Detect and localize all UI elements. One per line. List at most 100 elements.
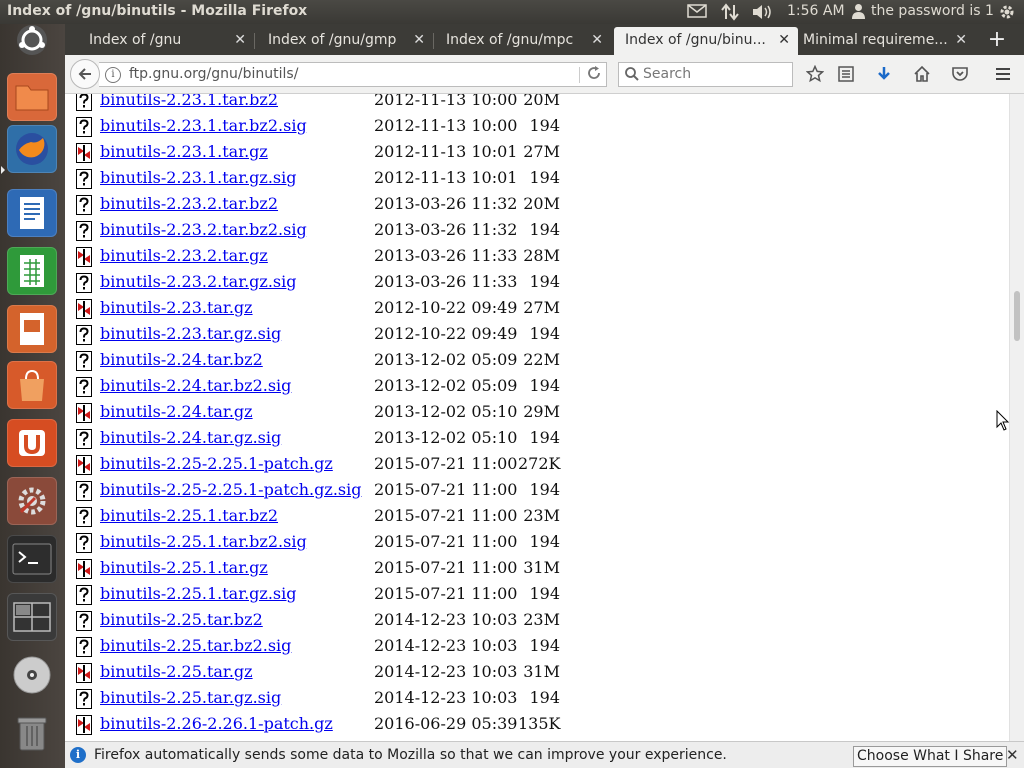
tab-minimal-requirements[interactable]: Minimal requireme... ✕	[779, 27, 975, 55]
unknown-file-icon[interactable]	[76, 611, 92, 631]
file-link[interactable]: binutils-2.23.2.tar.bz2	[100, 194, 278, 213]
unknown-file-icon[interactable]	[76, 221, 92, 241]
file-link[interactable]: binutils-2.26-2.26.1-patch.gz	[100, 714, 333, 733]
file-link[interactable]: binutils-2.25.tar.bz2	[100, 610, 263, 629]
close-icon[interactable]: ✕	[1006, 746, 1019, 764]
calc-icon[interactable]	[7, 247, 57, 295]
firefox-icon[interactable]	[7, 125, 57, 173]
file-link[interactable]: binutils-2.25.1.tar.bz2.sig	[100, 532, 307, 551]
workspace-switcher-icon[interactable]	[7, 593, 57, 641]
file-link[interactable]: binutils-2.23.tar.gz.sig	[100, 324, 281, 343]
unknown-file-icon[interactable]	[76, 94, 92, 111]
software-center-icon[interactable]	[7, 361, 57, 409]
compressed-file-icon[interactable]	[76, 715, 92, 735]
pocket-icon[interactable]	[949, 63, 971, 85]
file-link[interactable]: binutils-2.25.1.tar.bz2	[100, 506, 278, 525]
file-link[interactable]: binutils-2.25.tar.gz	[100, 662, 253, 681]
file-link[interactable]: binutils-2.25.1.tar.gz	[100, 558, 268, 577]
impress-icon[interactable]	[7, 305, 57, 353]
file-link[interactable]: binutils-2.25.1.tar.gz.sig	[100, 584, 297, 603]
file-link[interactable]: binutils-2.23.1.tar.bz2.sig	[100, 116, 307, 135]
file-link[interactable]: binutils-2.23.2.tar.gz.sig	[100, 272, 297, 291]
unknown-file-icon[interactable]	[76, 507, 92, 527]
user-name[interactable]: the password is 1	[871, 3, 994, 19]
compressed-file-icon[interactable]	[76, 403, 92, 423]
tab-gnu[interactable]: Index of /gnu ✕	[65, 27, 254, 55]
notification-text: Firefox automatically sends some data to…	[94, 747, 727, 763]
file-link[interactable]: binutils-2.25.tar.gz.sig	[100, 688, 281, 707]
compressed-file-icon[interactable]	[76, 247, 92, 267]
back-button[interactable]	[70, 59, 100, 89]
tab-binutils[interactable]: Index of /gnu/binu... ✕	[614, 27, 798, 55]
volume-icon[interactable]	[751, 3, 773, 25]
terminal-icon[interactable]	[7, 535, 57, 583]
new-tab-button[interactable]: +	[982, 28, 1012, 54]
file-size: 31M	[523, 558, 560, 577]
unknown-file-icon[interactable]	[76, 585, 92, 605]
unknown-file-icon[interactable]	[76, 117, 92, 137]
file-date: 2015-07-21 11:00	[374, 454, 518, 473]
file-size: 194	[529, 272, 560, 291]
top-panel: Index of /gnu/binutils - Mozilla Firefox…	[0, 0, 1024, 24]
url-bar[interactable]: i ftp.gnu.org/gnu/binutils/	[99, 62, 607, 87]
tab-close-icon[interactable]: ✕	[591, 27, 603, 53]
file-link[interactable]: binutils-2.23.1.tar.gz.sig	[100, 168, 297, 187]
network-icon[interactable]	[720, 3, 740, 25]
tab-label: Index of /gnu/gmp	[268, 32, 397, 48]
tab-close-icon[interactable]: ✕	[955, 27, 967, 53]
dvd-icon[interactable]	[7, 651, 57, 699]
unknown-file-icon[interactable]	[76, 481, 92, 501]
ubuntu-dash-icon[interactable]	[7, 16, 57, 64]
compressed-file-icon[interactable]	[76, 559, 92, 579]
choose-what-i-share-button[interactable]: Choose What I Share	[853, 746, 1008, 767]
ubuntu-one-icon[interactable]	[7, 419, 57, 467]
file-link[interactable]: binutils-2.24.tar.bz2.sig	[100, 376, 291, 395]
file-link[interactable]: binutils-2.25-2.25.1-patch.gz.sig	[100, 480, 361, 499]
search-bar[interactable]: Search	[618, 62, 793, 87]
file-link[interactable]: binutils-2.23.tar.gz	[100, 298, 253, 317]
trash-icon[interactable]	[7, 709, 57, 757]
file-link[interactable]: binutils-2.24.tar.gz.sig	[100, 428, 281, 447]
scrollbar-thumb[interactable]	[1014, 291, 1020, 341]
unknown-file-icon[interactable]	[76, 273, 92, 293]
reload-icon[interactable]	[586, 65, 602, 85]
file-link[interactable]: binutils-2.25-2.25.1-patch.gz	[100, 454, 333, 473]
unknown-file-icon[interactable]	[76, 533, 92, 553]
unknown-file-icon[interactable]	[76, 325, 92, 345]
unknown-file-icon[interactable]	[76, 195, 92, 215]
compressed-file-icon[interactable]	[76, 299, 92, 319]
mail-icon[interactable]	[687, 3, 707, 23]
unknown-file-icon[interactable]	[76, 377, 92, 397]
compressed-file-icon[interactable]	[76, 143, 92, 163]
reading-list-icon[interactable]	[835, 63, 857, 85]
tab-mpc[interactable]: Index of /gnu/mpc ✕	[422, 27, 611, 55]
unknown-file-icon[interactable]	[76, 351, 92, 371]
file-link[interactable]: binutils-2.24.tar.gz	[100, 402, 253, 421]
file-size: 29M	[523, 402, 560, 421]
compressed-file-icon[interactable]	[76, 455, 92, 475]
writer-icon[interactable]	[7, 189, 57, 237]
unknown-file-icon[interactable]	[76, 637, 92, 657]
unknown-file-icon[interactable]	[76, 689, 92, 709]
compressed-file-icon[interactable]	[76, 663, 92, 683]
gear-icon[interactable]	[998, 3, 1016, 25]
file-link[interactable]: binutils-2.24.tar.bz2	[100, 350, 263, 369]
file-link[interactable]: binutils-2.23.2.tar.bz2.sig	[100, 220, 307, 239]
downloads-icon[interactable]	[873, 63, 895, 85]
info-icon[interactable]: i	[105, 67, 121, 83]
clock[interactable]: 1:56 AM	[787, 3, 845, 19]
url-text[interactable]: ftp.gnu.org/gnu/binutils/	[129, 66, 298, 82]
tab-gmp[interactable]: Index of /gnu/gmp ✕	[244, 27, 433, 55]
file-link[interactable]: binutils-2.23.2.tar.gz	[100, 246, 268, 265]
vertical-scrollbar[interactable]	[1009, 94, 1024, 741]
unknown-file-icon[interactable]	[76, 169, 92, 189]
file-link[interactable]: binutils-2.23.1.tar.bz2	[100, 94, 278, 109]
file-link[interactable]: binutils-2.23.1.tar.gz	[100, 142, 268, 161]
bookmark-star-icon[interactable]	[804, 63, 826, 85]
home-icon[interactable]	[911, 63, 933, 85]
menu-icon[interactable]	[992, 63, 1014, 85]
system-settings-icon[interactable]	[7, 477, 57, 525]
file-link[interactable]: binutils-2.25.tar.bz2.sig	[100, 636, 291, 655]
files-icon[interactable]	[7, 73, 57, 121]
unknown-file-icon[interactable]	[76, 429, 92, 449]
